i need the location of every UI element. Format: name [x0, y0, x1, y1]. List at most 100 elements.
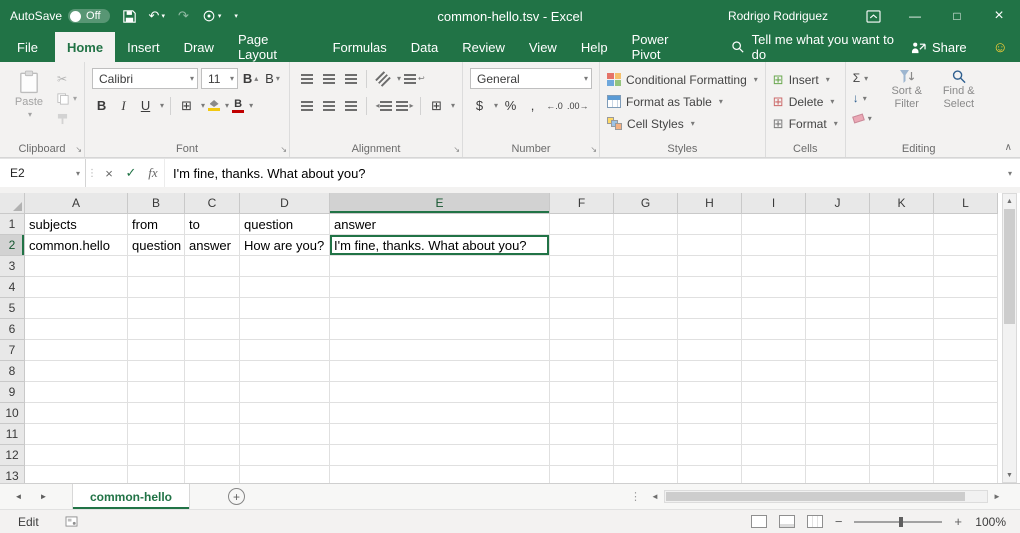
tab-scroll-divider[interactable]: ⋮	[623, 484, 648, 509]
save-button[interactable]	[123, 10, 136, 23]
select-all-corner[interactable]	[0, 193, 25, 214]
cell-D4[interactable]	[240, 277, 330, 298]
cell-L11[interactable]	[934, 424, 998, 445]
cell-G1[interactable]	[614, 214, 678, 235]
cell-C11[interactable]	[185, 424, 240, 445]
top-align-button[interactable]	[297, 69, 316, 88]
cell-L3[interactable]	[934, 256, 998, 277]
comma-style-button[interactable]: ,	[523, 96, 542, 115]
zoom-percentage[interactable]: 100%	[974, 515, 1006, 529]
cell-F11[interactable]	[550, 424, 614, 445]
new-sheet-button[interactable]: +	[228, 488, 245, 505]
undo-button[interactable]: ↶ ▾	[149, 8, 165, 24]
cell-H9[interactable]	[678, 382, 742, 403]
cell-B3[interactable]	[128, 256, 185, 277]
share-button[interactable]: Share	[911, 40, 967, 55]
autosum-button[interactable]: Σ▾	[853, 70, 872, 86]
column-header-H[interactable]: H	[678, 193, 742, 214]
scroll-up-icon[interactable]: ▲	[1003, 194, 1016, 208]
cell-E3[interactable]	[330, 256, 550, 277]
redo-button[interactable]: ↷	[178, 8, 189, 24]
cell-K6[interactable]	[870, 319, 934, 340]
cell-G8[interactable]	[614, 361, 678, 382]
borders-button[interactable]: ⊞	[177, 96, 196, 115]
font-family-select[interactable]: Calibri ▾	[92, 68, 198, 89]
row-header-11[interactable]: 11	[0, 424, 25, 445]
cell-H13[interactable]	[678, 466, 742, 483]
format-cells-button[interactable]: ⊞ Format ▾	[773, 113, 838, 134]
italic-button[interactable]: I	[114, 96, 133, 115]
touch-mode-dropdown-icon[interactable]: ▾	[218, 12, 222, 20]
undo-dropdown-icon[interactable]: ▾	[161, 12, 165, 20]
cell-H11[interactable]	[678, 424, 742, 445]
font-family-dropdown-icon[interactable]: ▾	[188, 74, 194, 83]
cell-E8[interactable]	[330, 361, 550, 382]
font-color-dropdown-icon[interactable]: ▾	[247, 101, 253, 110]
cell-E7[interactable]	[330, 340, 550, 361]
cell-B9[interactable]	[128, 382, 185, 403]
cell-B5[interactable]	[128, 298, 185, 319]
sheet-nav-left-icon[interactable]: ◄	[6, 484, 31, 509]
cell-B12[interactable]	[128, 445, 185, 466]
cell-C9[interactable]	[185, 382, 240, 403]
user-name[interactable]: Rodrigo Rodriguez	[728, 9, 828, 23]
horizontal-scroll-track[interactable]	[664, 490, 988, 503]
orientation-dropdown-icon[interactable]: ▾	[395, 74, 401, 83]
cell-L13[interactable]	[934, 466, 998, 483]
row-header-8[interactable]: 8	[0, 361, 25, 382]
formula-input[interactable]: I'm fine, thanks. What about you?	[164, 159, 1000, 187]
cell-E5[interactable]	[330, 298, 550, 319]
cell-E9[interactable]	[330, 382, 550, 403]
feedback-smiley-icon[interactable]: ☺	[993, 39, 1008, 56]
cell-F5[interactable]	[550, 298, 614, 319]
underline-button[interactable]: U	[136, 96, 155, 115]
align-right-button[interactable]	[341, 96, 360, 115]
format-as-table-button[interactable]: Format as Table ▾	[607, 91, 758, 112]
font-color-button[interactable]: B	[232, 99, 244, 113]
cell-I2[interactable]	[742, 235, 806, 256]
cell-A9[interactable]	[25, 382, 128, 403]
cell-I9[interactable]	[742, 382, 806, 403]
cell-G4[interactable]	[614, 277, 678, 298]
increase-font-size-button[interactable]: B▴	[241, 69, 260, 88]
accounting-format-button[interactable]: $	[470, 96, 489, 115]
customize-qat-button[interactable]: ▾	[234, 12, 238, 20]
cell-D12[interactable]	[240, 445, 330, 466]
row-header-12[interactable]: 12	[0, 445, 25, 466]
number-format-dropdown-icon[interactable]: ▾	[582, 74, 588, 83]
cell-B1[interactable]: from	[128, 214, 185, 235]
row-header-10[interactable]: 10	[0, 403, 25, 424]
font-size-dropdown-icon[interactable]: ▾	[228, 74, 234, 83]
conditional-formatting-button[interactable]: Conditional Formatting ▾	[607, 69, 758, 90]
cell-I12[interactable]	[742, 445, 806, 466]
cell-K9[interactable]	[870, 382, 934, 403]
cell-C2[interactable]: answer	[185, 235, 240, 256]
cell-B8[interactable]	[128, 361, 185, 382]
cell-F3[interactable]	[550, 256, 614, 277]
cell-K7[interactable]	[870, 340, 934, 361]
cell-F12[interactable]	[550, 445, 614, 466]
cell-E13[interactable]	[330, 466, 550, 483]
cell-C7[interactable]	[185, 340, 240, 361]
cell-J8[interactable]	[806, 361, 870, 382]
cell-E12[interactable]	[330, 445, 550, 466]
sheet-tab-common-hello[interactable]: common-hello	[72, 484, 190, 509]
cell-J3[interactable]	[806, 256, 870, 277]
cell-F2[interactable]	[550, 235, 614, 256]
macro-record-button[interactable]	[65, 516, 78, 527]
cell-B11[interactable]	[128, 424, 185, 445]
scroll-right-icon[interactable]: ►	[990, 492, 1004, 501]
cell-K5[interactable]	[870, 298, 934, 319]
close-button[interactable]: ×	[978, 0, 1020, 32]
cell-A5[interactable]	[25, 298, 128, 319]
merge-center-dropdown-icon[interactable]: ▾	[449, 101, 455, 110]
zoom-in-button[interactable]: +	[954, 514, 962, 529]
cell-G5[interactable]	[614, 298, 678, 319]
normal-view-button[interactable]	[751, 515, 767, 528]
cell-H1[interactable]	[678, 214, 742, 235]
zoom-out-button[interactable]: −	[835, 514, 843, 529]
number-dialog-launcher[interactable]: ↘	[590, 145, 597, 154]
column-header-A[interactable]: A	[25, 193, 128, 214]
cell-H3[interactable]	[678, 256, 742, 277]
tab-data[interactable]: Data	[399, 32, 450, 62]
